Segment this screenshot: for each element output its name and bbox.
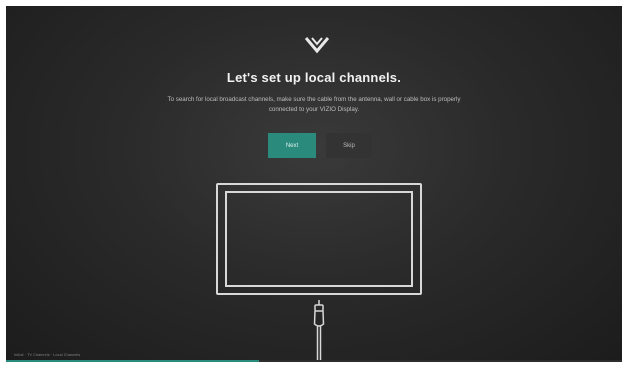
next-button[interactable]: Next — [268, 133, 316, 158]
page-title: Let's set up local channels. — [226, 70, 402, 85]
setup-progress-bar — [6, 360, 622, 362]
vizio-v-logo-icon — [305, 37, 329, 54]
skip-button[interactable]: Skip — [326, 133, 372, 158]
tv-outline-icon — [216, 183, 422, 295]
tv-screen-outline — [225, 191, 413, 287]
setup-progress-fill — [6, 360, 259, 362]
page-description: To search for local broadcast channels, … — [167, 96, 461, 113]
breadcrumb: Initial · TV Channels · Local Channels — [14, 353, 81, 357]
coax-cable-icon — [313, 300, 325, 362]
setup-screen: Let's set up local channels. To search f… — [6, 6, 622, 362]
